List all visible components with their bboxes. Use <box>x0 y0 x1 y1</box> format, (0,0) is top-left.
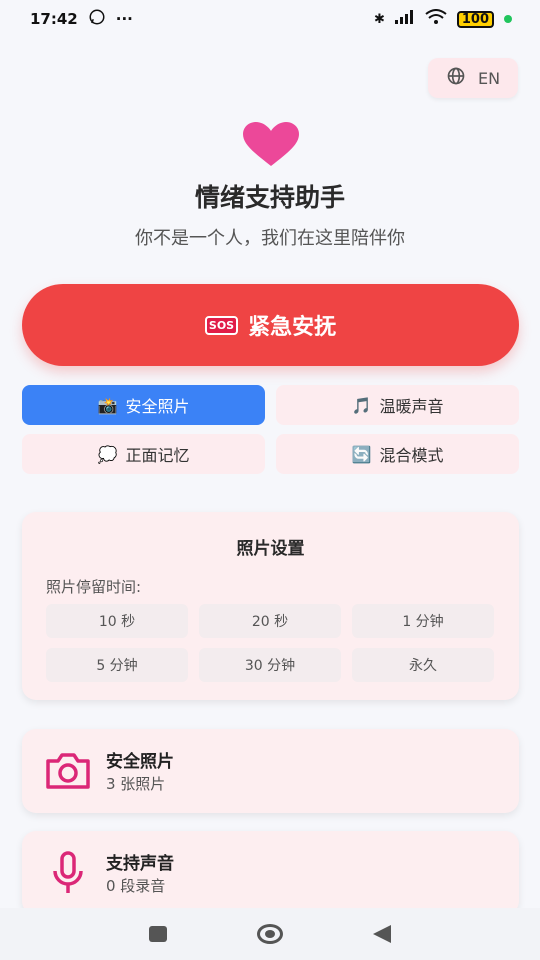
support-voice-count: 0 段录音 <box>106 877 166 895</box>
safe-photos-title: 安全照片 <box>106 752 174 772</box>
system-navigation-bar <box>0 908 540 960</box>
support-voice-title: 支持声音 <box>106 854 174 874</box>
mode-label: 混合模式 <box>379 446 444 465</box>
safe-photos-count: 3 张照片 <box>106 775 166 793</box>
camera-emoji-icon: 📸 <box>97 395 118 415</box>
emergency-calm-button[interactable]: SOS 紧急安抚 <box>22 284 519 366</box>
home-icon[interactable] <box>257 924 283 944</box>
mode-safe-photos-button[interactable]: 📸 安全照片 <box>22 385 265 425</box>
status-bar: 17:42 ··· ✱ 100 <box>0 0 540 38</box>
shuffle-icon: 🔄 <box>351 444 372 464</box>
duration-option-30min[interactable]: 30 分钟 <box>199 648 341 682</box>
mode-warm-voice-button[interactable]: 🎵 温暖声音 <box>276 385 519 425</box>
whatsapp-icon <box>88 8 106 30</box>
duration-option-10s[interactable]: 10 秒 <box>46 604 188 638</box>
signal-icon <box>394 10 415 28</box>
microphone-icon <box>53 851 83 893</box>
mode-label: 正面记忆 <box>125 446 190 465</box>
duration-option-5min[interactable]: 5 分钟 <box>46 648 188 682</box>
duration-option-1min[interactable]: 1 分钟 <box>352 604 494 638</box>
mode-mixed-button[interactable]: 🔄 混合模式 <box>276 434 519 474</box>
mode-label: 温暖声音 <box>379 397 444 416</box>
safe-photos-card[interactable]: 安全照片 3 张照片 <box>22 729 519 813</box>
photo-duration-label: 照片停留时间: <box>46 578 142 596</box>
page-subtitle: 你不是一个人，我们在这里陪伴你 <box>135 228 405 249</box>
status-time: 17:42 <box>30 10 78 28</box>
sos-icon: SOS <box>204 315 239 335</box>
bluetooth-icon: ✱ <box>373 11 385 27</box>
photo-settings-title: 照片设置 <box>236 539 305 559</box>
back-icon[interactable] <box>373 925 391 943</box>
wifi-icon <box>425 9 447 29</box>
music-note-icon: 🎵 <box>351 395 372 415</box>
recent-apps-icon[interactable] <box>149 926 167 942</box>
globe-icon <box>446 66 466 90</box>
language-toggle-button[interactable]: EN <box>428 58 518 98</box>
language-label: EN <box>477 68 501 88</box>
more-notifications-icon: ··· <box>115 10 133 28</box>
thought-bubble-icon: 💭 <box>97 444 118 464</box>
battery-indicator: 100 <box>456 10 494 28</box>
emergency-calm-label: 紧急安抚 <box>248 315 337 340</box>
status-dot-icon <box>504 15 512 23</box>
mode-label: 安全照片 <box>125 397 190 416</box>
mode-positive-memory-button[interactable]: 💭 正面记忆 <box>22 434 265 474</box>
photo-settings-card: 照片设置 照片停留时间: 10 秒 20 秒 1 分钟 5 分钟 30 分钟 永… <box>22 512 519 700</box>
duration-option-forever[interactable]: 永久 <box>352 648 494 682</box>
support-voice-card[interactable]: 支持声音 0 段录音 <box>22 831 519 915</box>
page-title: 情绪支持助手 <box>194 183 345 212</box>
duration-option-20s[interactable]: 20 秒 <box>199 604 341 638</box>
heart-icon <box>243 122 299 166</box>
camera-icon <box>46 753 90 789</box>
